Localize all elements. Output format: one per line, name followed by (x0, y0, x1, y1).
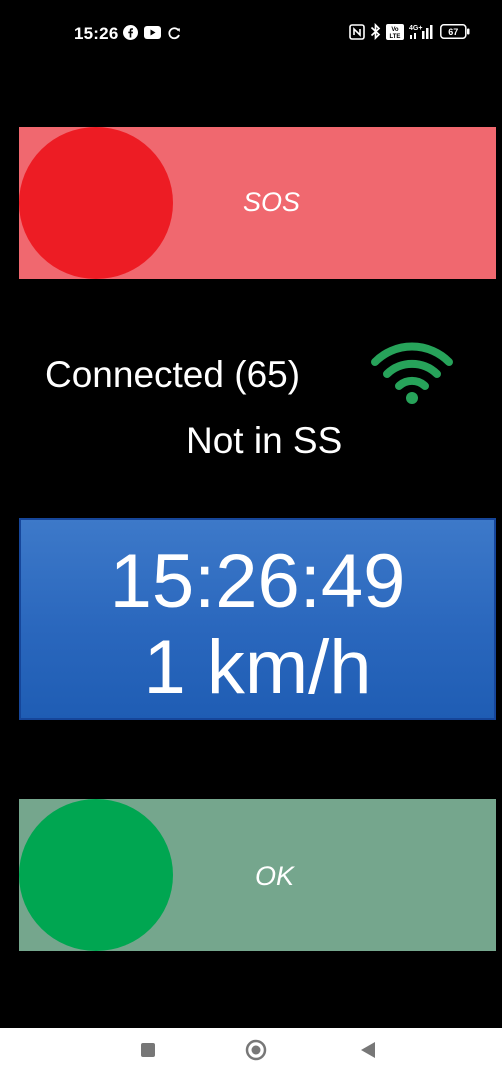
svg-text:4G+: 4G+ (409, 25, 422, 32)
svg-text:Vo: Vo (391, 27, 399, 33)
sos-button[interactable]: SOS (19, 127, 496, 279)
navigation-bar (0, 1028, 502, 1071)
ok-indicator-circle (19, 799, 173, 951)
battery-icon: 67 (440, 24, 470, 44)
recents-square-icon[interactable] (126, 1028, 170, 1071)
svg-text:LTE: LTE (390, 34, 401, 40)
bluetooth-icon (370, 22, 381, 45)
current-speed: 1 km/h (143, 625, 372, 710)
status-time: 15:26 (74, 24, 119, 43)
ss-status: Not in SS (186, 420, 343, 461)
facebook-icon (123, 25, 138, 45)
signal-4g-icon: 4G+ (409, 24, 435, 45)
time-speed-panel: 15:26:49 1 km/h (19, 518, 496, 720)
back-triangle-icon[interactable] (346, 1028, 390, 1071)
battery-level: 67 (448, 27, 458, 37)
current-time: 15:26:49 (109, 539, 406, 624)
status-left-icons (123, 25, 181, 45)
sos-label: SOS (243, 187, 301, 217)
nfc-icon (349, 23, 365, 45)
ok-label: OK (255, 861, 295, 891)
connection-status: Connected (65) (45, 354, 301, 395)
sos-indicator-circle (19, 127, 173, 279)
home-circle-icon[interactable] (234, 1028, 278, 1071)
status-right-icons: Vo LTE 4G+ 67 (349, 22, 470, 45)
ok-button[interactable]: OK (19, 799, 496, 951)
volte-icon: Vo LTE (386, 23, 404, 45)
sync-icon (167, 26, 181, 45)
status-bar: 15:26 Vo LTE 4G+ 67 (0, 0, 502, 70)
wifi-icon (371, 340, 453, 406)
youtube-icon (144, 26, 161, 44)
